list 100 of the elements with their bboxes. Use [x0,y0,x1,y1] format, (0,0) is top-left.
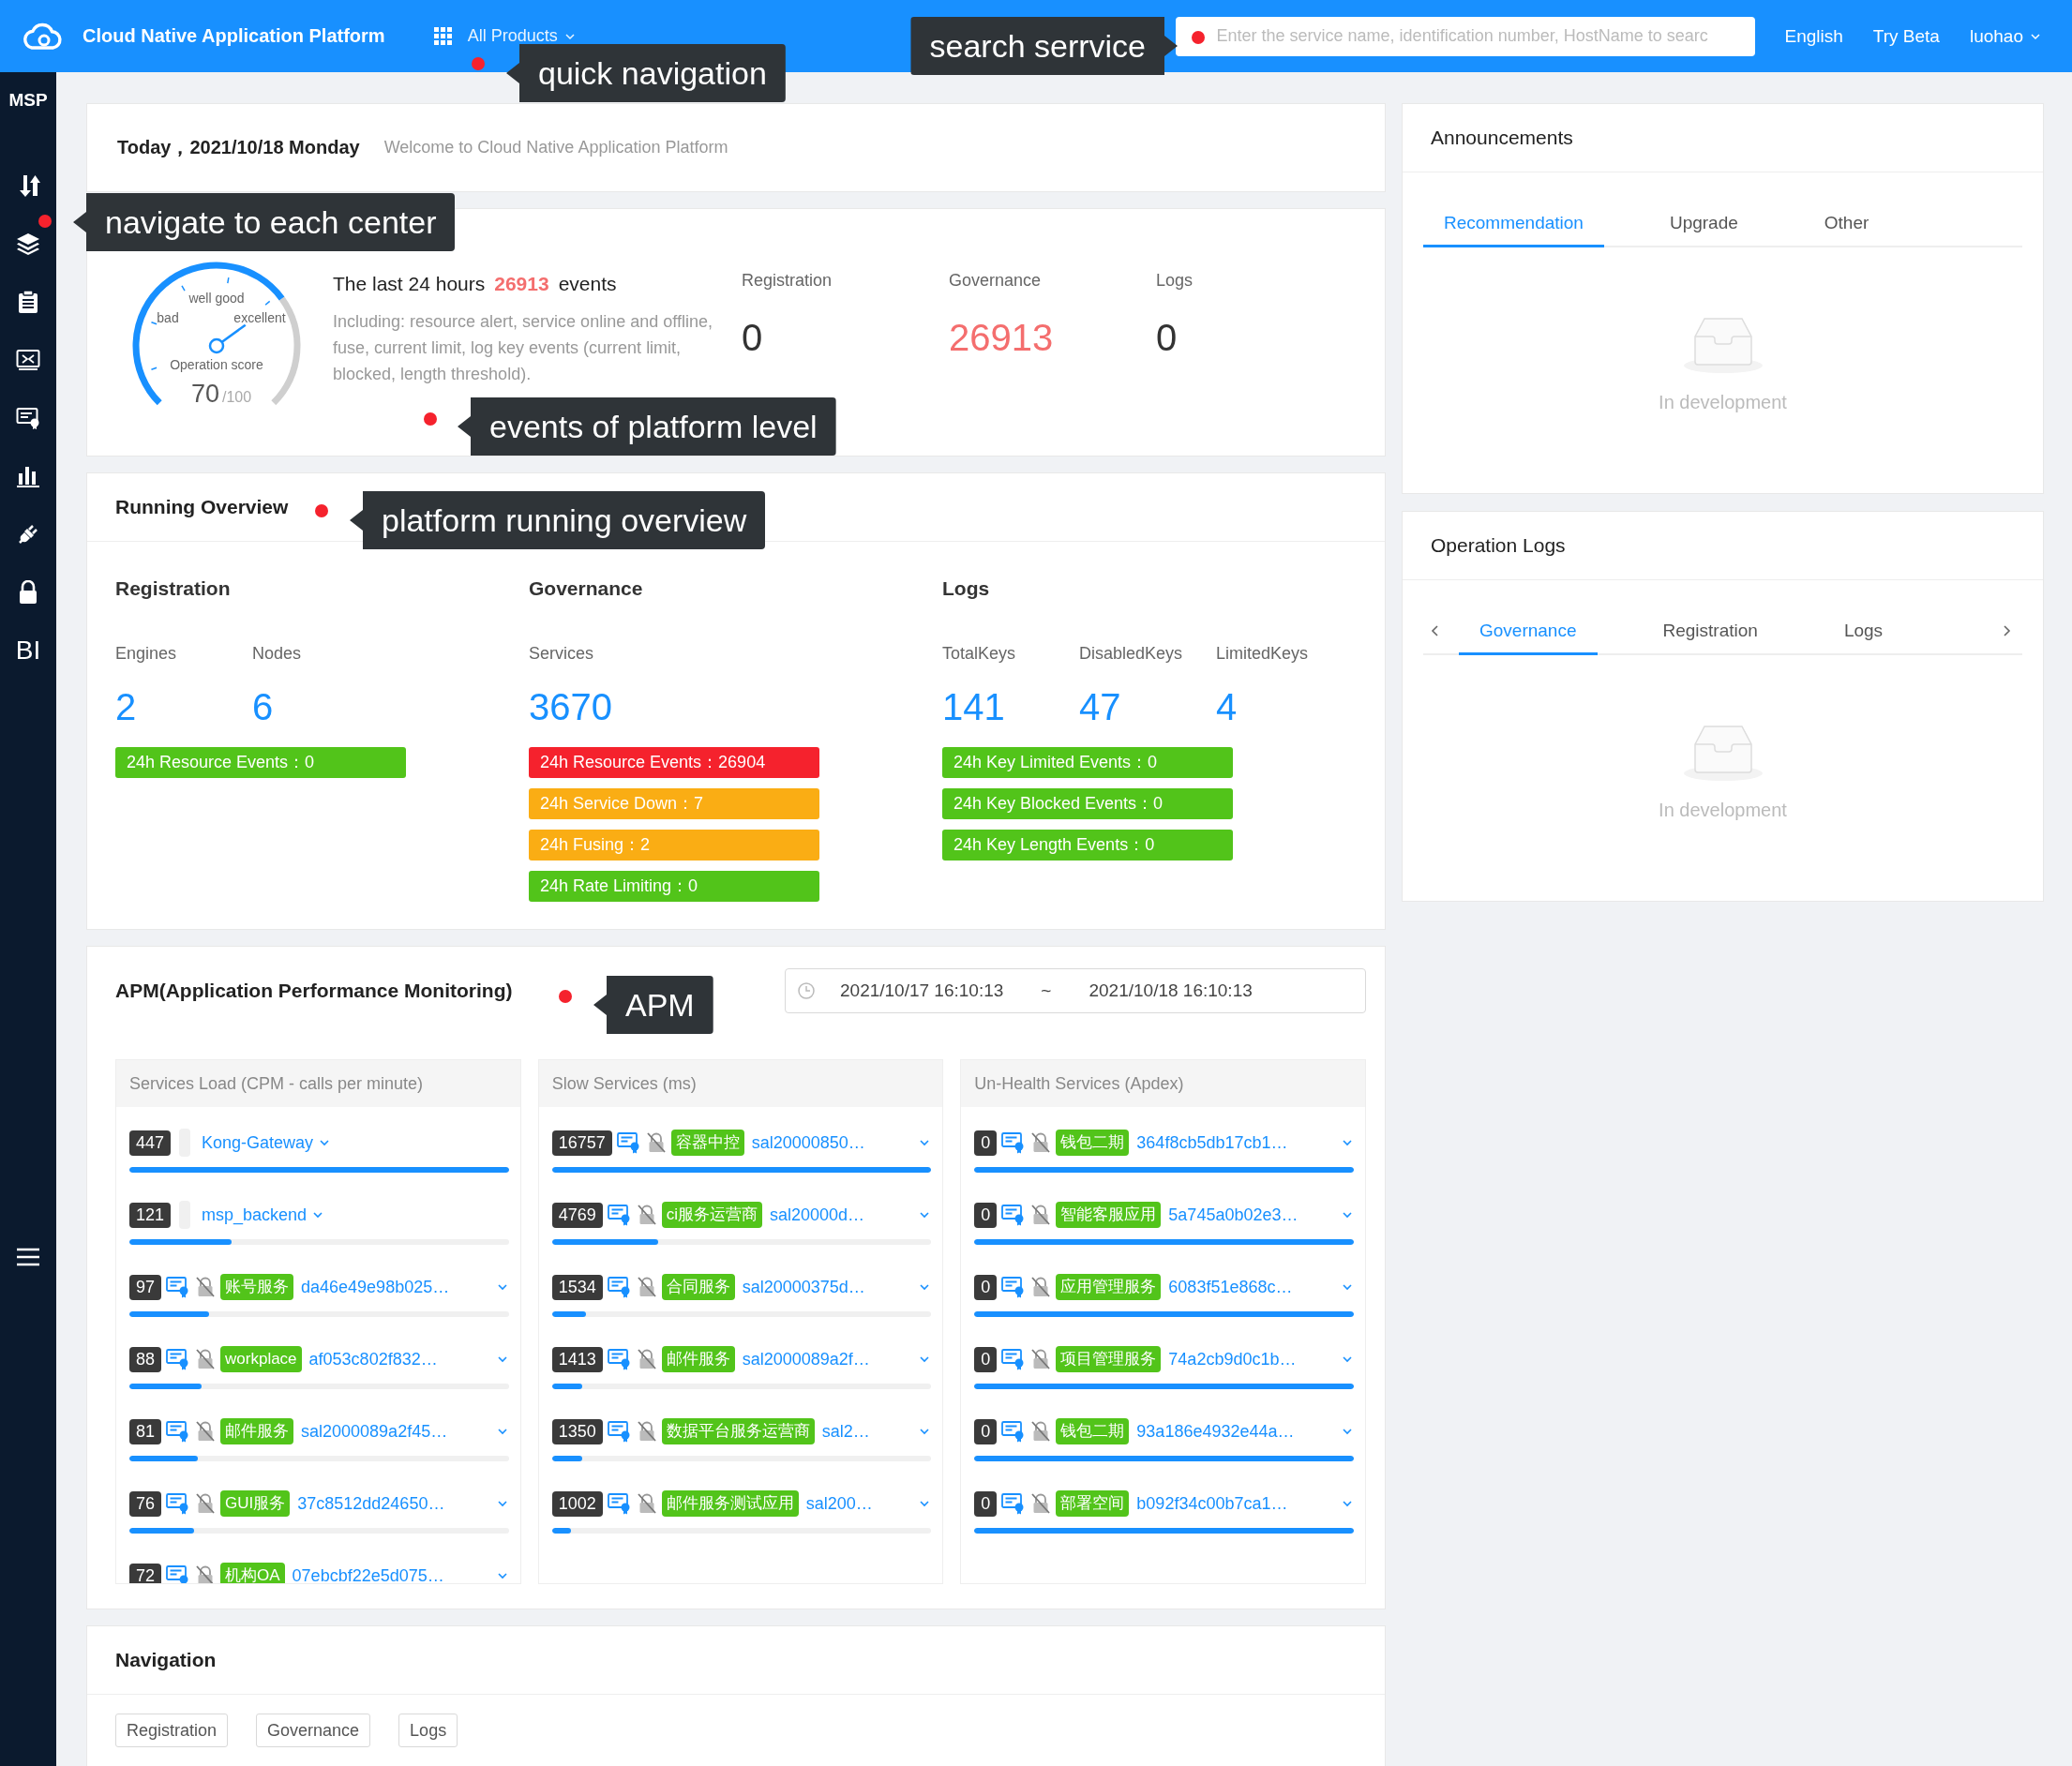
event-count-bar: 24h Resource Events：0 [115,747,406,778]
lock-slash-icon [1030,1348,1052,1370]
date-text: Today，2021/10/18 Monday [117,136,360,159]
service-link[interactable]: b092f34c00b7ca1… [1136,1493,1288,1514]
service-link[interactable]: sal20000d… [770,1205,865,1225]
group-title: Registration [115,577,231,600]
event-count-bar: 24h Service Down：7 [529,788,819,819]
layers-icon[interactable] [16,232,40,256]
welcome-text: Welcome to Cloud Native Application Platform [383,138,728,157]
lock-slash-icon [195,1420,217,1443]
summary-text: The last 24 hours [333,273,486,295]
service-link[interactable]: 364f8cb5db17cb1… [1136,1132,1288,1153]
service-link[interactable]: sal200… [805,1493,873,1514]
metric-label: LimitedKeys [1216,644,1309,664]
count-badge: 1350 [551,1418,603,1444]
stat-value: 0 [1156,317,1178,359]
certificate-icon [607,1492,632,1515]
service-link[interactable]: af053c802f832… [308,1349,438,1369]
service-link[interactable]: sal2000089a2f… [742,1349,870,1369]
event-count-bar: 24h Rate Limiting：0 [529,871,819,902]
service-link[interactable]: sal20000375d… [742,1277,865,1297]
monitor-icon[interactable] [16,348,40,372]
certificate-screen-icon[interactable] [16,406,40,430]
lock-slash-icon [195,1348,217,1370]
annotation-tooltip: platform running overview [350,491,766,549]
annotation-tooltip: navigate to each center [73,193,456,251]
count-badge: 0 [974,1202,998,1228]
service-tag: 账号服务 [220,1274,294,1300]
metric-label: Nodes [252,644,302,664]
metric-value: 2 [115,686,137,728]
metric-value: 141 [942,686,1005,728]
clipboard-icon[interactable] [16,290,40,314]
all-products-menu[interactable]: All Products [467,26,577,46]
service-tag: 数据平台服务运营商 [661,1418,815,1444]
service-link[interactable]: 07ebcbf22e5d075… [292,1565,444,1583]
search-field[interactable]: Enter the service name, identification number, HostName to searc [1175,16,1755,56]
service-link[interactable]: 5a745a0b02e3… [1168,1205,1299,1225]
metric-label: TotalKeys [942,644,1016,664]
count-badge: 81 [129,1418,162,1444]
service-link[interactable]: 6083f51e868c… [1168,1277,1293,1297]
sidebar-item[interactable]: BI [15,636,41,666]
bar-chart-icon[interactable] [16,464,40,488]
service-tag: 邮件服务 [661,1346,735,1372]
service-link[interactable]: 37c8512dd24650… [297,1493,445,1514]
stat-label: Registration [742,271,833,291]
service-tag: 邮件服务测试应用 [661,1490,799,1517]
service-tag: 邮件服务 [220,1418,294,1444]
count-badge: 76 [129,1490,162,1517]
metric-value: 3670 [529,686,612,728]
header-link[interactable]: Try Beta [1872,25,1940,47]
metric-label: DisabledKeys [1079,644,1183,664]
navigation-button[interactable]: Logs [398,1714,458,1747]
certificate-icon [607,1348,632,1370]
annotation-tooltip: quick navigation [506,44,786,102]
certificate-icon [607,1420,632,1443]
service-link[interactable]: 93a186e4932e44a… [1136,1421,1295,1442]
count-badge: 447 [129,1130,172,1156]
service-link[interactable]: Kong-Gateway [202,1132,314,1153]
count-badge: 4769 [551,1202,603,1228]
count-badge: 0 [974,1490,998,1517]
service-link[interactable]: da46e49e98b025… [301,1277,450,1297]
count-badge: 1002 [551,1490,603,1517]
service-tag: 钱包二期 [1056,1130,1130,1156]
navigation-button[interactable]: Registration [115,1714,229,1747]
service-tag: 部署空间 [1056,1490,1130,1517]
group-title: Logs [942,577,990,600]
user-menu[interactable]: luohao [1969,25,2042,47]
service-tag: 钱包二期 [1056,1418,1130,1444]
service-link[interactable]: sal2… [821,1421,870,1442]
tab[interactable]: Recommendation [1423,201,1604,247]
navigation-button[interactable]: Governance [256,1714,371,1747]
menu-icon[interactable] [16,1248,40,1266]
count-badge: 0 [974,1418,998,1444]
metric-value: 4 [1216,686,1238,728]
summary-text: events [558,273,617,295]
tab[interactable]: Upgrade [1648,201,1759,247]
header-link[interactable]: English [1784,25,1843,47]
date-range-picker[interactable]: 2021/10/17 16:10:13 ~ 2021/10/18 16:10:13 [785,968,1366,1013]
brand-label: MSP [8,89,48,112]
group-title: Governance [529,577,643,600]
start-date: 2021/10/17 16:10:13 [840,980,1004,1001]
service-link[interactable]: 74a2cb9d0c1b… [1168,1349,1297,1369]
lock-slash-icon [636,1348,657,1370]
lock-slash-icon [1030,1204,1052,1226]
tab[interactable]: Other [1803,201,1890,247]
tab[interactable]: Registration [1642,608,1779,655]
tab[interactable]: Governance [1459,608,1598,655]
service-tag: ci服务运营商 [661,1202,762,1228]
lock-slash-icon [645,1131,667,1154]
event-count-bar: 24h Resource Events：26904 [529,747,819,778]
score-max: /100 [222,389,252,405]
service-link[interactable]: sal2000089a2f45… [301,1421,448,1442]
app-grid-icon[interactable] [433,26,453,46]
count-badge: 1534 [551,1274,603,1300]
lock-slash-icon [1030,1420,1052,1443]
certificate-icon [607,1276,632,1298]
service-link[interactable]: msp_backend [202,1205,308,1225]
event-count-bar: 24h Key Blocked Events：0 [942,788,1233,819]
tab[interactable]: Logs [1823,608,1904,655]
service-link[interactable]: sal20000850… [751,1132,865,1153]
